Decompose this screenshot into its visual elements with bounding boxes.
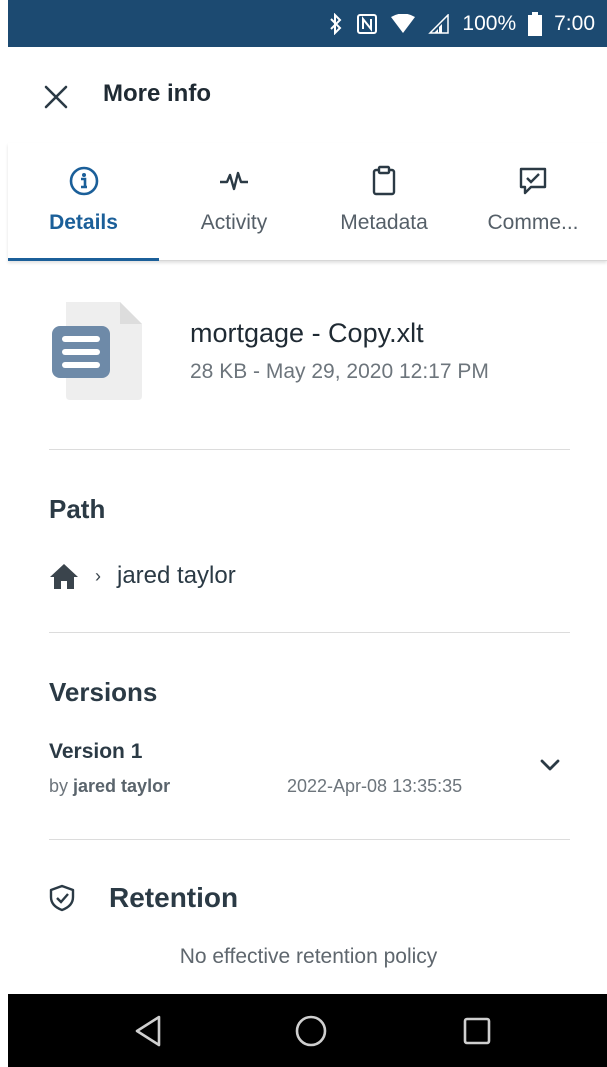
nfc-icon xyxy=(356,13,378,35)
close-icon[interactable] xyxy=(42,83,70,111)
tab-details-label: Details xyxy=(49,211,118,234)
tab-comments[interactable]: Comme... xyxy=(459,143,607,261)
version-date: 2022-Apr-08 13:35:35 xyxy=(287,776,463,796)
battery-percentage: 100% xyxy=(462,11,517,35)
battery-icon xyxy=(528,11,543,36)
divider xyxy=(49,632,570,633)
breadcrumb: › jared taylor xyxy=(49,558,236,594)
bluetooth-icon xyxy=(328,12,344,35)
retention-heading: Retention xyxy=(109,882,239,913)
tab-metadata-label: Metadata xyxy=(340,211,428,234)
file-summary: mortgage - Copy.xlt 28 KB - May 29, 2020… xyxy=(50,296,590,406)
app-bar: More info xyxy=(0,47,607,143)
back-icon[interactable] xyxy=(129,1011,169,1051)
tab-bar: Details Activity Metadata Comme... xyxy=(8,143,607,261)
tab-comments-label: Comme... xyxy=(487,211,579,234)
clock: 7:00 xyxy=(554,11,595,35)
comment-check-icon xyxy=(517,165,549,197)
activity-pulse-icon xyxy=(218,165,250,197)
breadcrumb-separator: › xyxy=(95,565,101,586)
tab-metadata[interactable]: Metadata xyxy=(309,143,459,261)
version-author: jared taylor xyxy=(73,776,171,796)
status-bar: 100% 7:00 xyxy=(8,0,607,47)
chevron-down-icon[interactable] xyxy=(539,754,561,776)
home-icon[interactable] xyxy=(49,562,79,590)
tab-activity[interactable]: Activity xyxy=(159,143,309,261)
tab-activity-label: Activity xyxy=(200,211,268,234)
path-heading: Path xyxy=(49,494,106,524)
tab-details[interactable]: Details xyxy=(8,143,159,261)
divider xyxy=(49,839,570,840)
system-nav-bar xyxy=(8,994,607,1067)
breadcrumb-folder[interactable]: jared taylor xyxy=(117,562,236,590)
divider xyxy=(49,449,570,450)
home-circle-icon[interactable] xyxy=(291,1011,331,1051)
retention-policy-text: No effective retention policy xyxy=(179,945,438,968)
retention-header: Retention xyxy=(49,878,238,918)
versions-heading: Versions xyxy=(49,677,158,707)
active-tab-indicator xyxy=(8,258,159,261)
file-name: mortgage - Copy.xlt xyxy=(190,318,424,348)
clipboard-icon xyxy=(368,165,400,197)
wifi-icon xyxy=(390,13,416,34)
version-item[interactable]: Version 1 by jared taylor 2022-Apr-08 13… xyxy=(49,740,570,802)
version-by-prefix: by xyxy=(49,776,69,796)
recents-square-icon[interactable] xyxy=(457,1011,497,1051)
signal-icon xyxy=(428,13,450,34)
shield-check-icon xyxy=(49,884,75,912)
info-icon xyxy=(68,165,100,197)
version-author-line: by jared taylor xyxy=(49,776,170,797)
file-size-date: 28 KB - May 29, 2020 12:17 PM xyxy=(190,360,489,383)
document-icon xyxy=(50,300,142,400)
page-title: More info xyxy=(103,80,211,107)
version-name: Version 1 xyxy=(49,740,143,763)
